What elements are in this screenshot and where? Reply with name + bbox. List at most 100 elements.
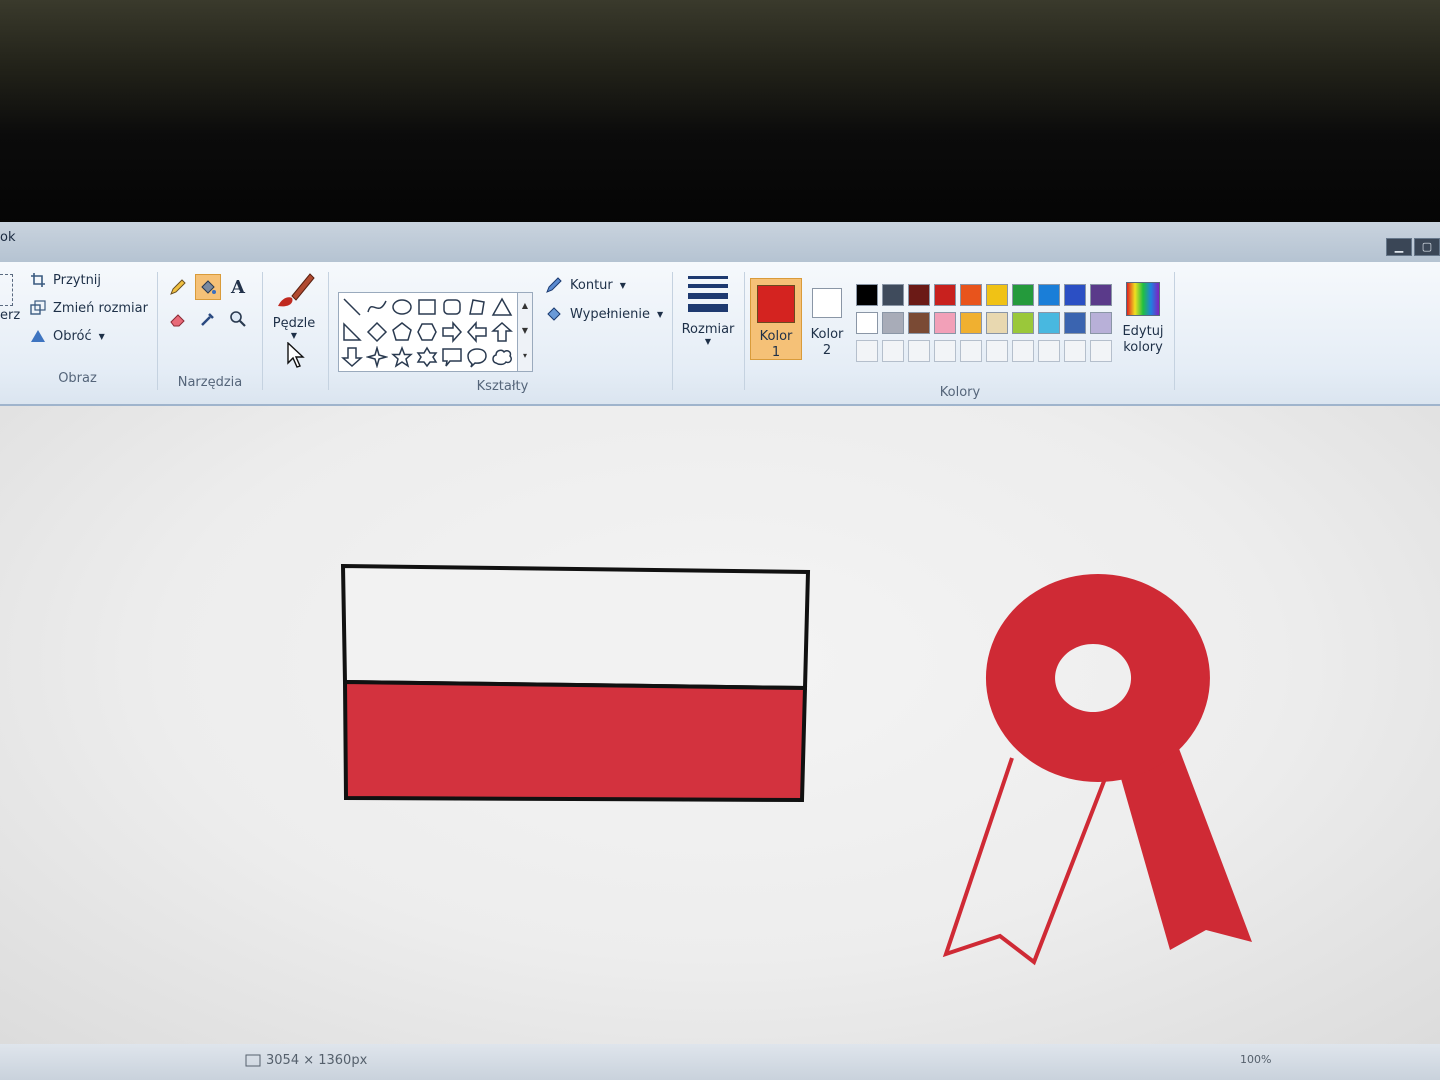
crop-icon bbox=[31, 273, 45, 287]
palette-swatch[interactable] bbox=[1064, 312, 1086, 334]
select-button[interactable]: erz bbox=[0, 308, 20, 323]
hexagon-icon bbox=[417, 323, 437, 341]
fill-bucket-icon bbox=[201, 280, 216, 294]
shapes-scrollbar[interactable]: ▲ ▼ ▾ bbox=[517, 292, 533, 372]
shape-triangle[interactable] bbox=[491, 296, 513, 318]
resize-button[interactable]: Zmień rozmiar bbox=[30, 300, 148, 316]
palette-swatch[interactable] bbox=[908, 284, 930, 306]
text-button[interactable]: A bbox=[225, 274, 251, 300]
shape-pentagon[interactable] bbox=[391, 321, 413, 343]
view-tab[interactable]: ok bbox=[0, 230, 15, 245]
shape-rounded-rectangle[interactable] bbox=[441, 296, 463, 318]
shape-callout-oval[interactable] bbox=[466, 346, 488, 368]
star-four-icon bbox=[366, 346, 388, 368]
palette-swatch[interactable] bbox=[934, 340, 956, 362]
shape-polygon[interactable] bbox=[466, 296, 488, 318]
palette-swatch[interactable] bbox=[986, 284, 1008, 306]
shape-star-five[interactable] bbox=[391, 346, 413, 368]
shape-star-four[interactable] bbox=[366, 346, 388, 368]
palette-swatch[interactable] bbox=[1064, 284, 1086, 306]
palette-swatch[interactable] bbox=[1090, 284, 1112, 306]
palette-swatch[interactable] bbox=[882, 312, 904, 334]
palette-swatch[interactable] bbox=[1064, 340, 1086, 362]
zoom-level: 100% bbox=[1240, 1053, 1272, 1066]
edit-colors-button[interactable]: Edytuj kolory bbox=[1120, 282, 1166, 356]
shape-arrow-left[interactable] bbox=[466, 321, 488, 343]
scroll-up-icon[interactable]: ▲ bbox=[518, 293, 532, 318]
palette-swatch[interactable] bbox=[986, 312, 1008, 334]
palette-swatch[interactable] bbox=[882, 284, 904, 306]
shape-arrow-up[interactable] bbox=[491, 321, 513, 343]
shape-callout-cloud[interactable] bbox=[491, 346, 513, 368]
minimize-button[interactable]: ▁ bbox=[1386, 238, 1412, 256]
shape-arrow-down[interactable] bbox=[341, 346, 363, 368]
palette-swatch[interactable] bbox=[960, 284, 982, 306]
shape-rectangle[interactable] bbox=[416, 296, 438, 318]
shape-star-six[interactable] bbox=[416, 346, 438, 368]
outline-button[interactable]: Kontur ▼ bbox=[545, 276, 626, 294]
palette-swatch[interactable] bbox=[1038, 312, 1060, 334]
shape-callout-rect[interactable] bbox=[441, 346, 463, 368]
rosette-ribbon bbox=[942, 574, 1252, 966]
mouse-cursor-icon bbox=[287, 342, 305, 368]
fill-dropdown[interactable]: Wypełnienie ▼ bbox=[545, 305, 663, 323]
fill-button[interactable] bbox=[195, 274, 221, 300]
palette-swatch[interactable] bbox=[1012, 284, 1034, 306]
shape-diamond[interactable] bbox=[366, 321, 388, 343]
shape-arrow-right[interactable] bbox=[441, 321, 463, 343]
palette-swatch[interactable] bbox=[908, 340, 930, 362]
color2-label-line2: 2 bbox=[822, 343, 832, 358]
arrow-down-icon bbox=[341, 347, 363, 368]
maximize-button[interactable]: ▢ bbox=[1414, 238, 1440, 256]
palette-swatch[interactable] bbox=[934, 284, 956, 306]
resize-label: Zmień rozmiar bbox=[53, 300, 148, 316]
shape-oval[interactable] bbox=[391, 296, 413, 318]
chevron-down-icon: ▼ bbox=[619, 280, 626, 290]
ribbon-tail-red bbox=[1118, 746, 1252, 950]
color1-button[interactable]: Kolor 1 bbox=[750, 278, 802, 360]
palette-swatch[interactable] bbox=[960, 340, 982, 362]
palette-swatch[interactable] bbox=[960, 312, 982, 334]
palette-swatch[interactable] bbox=[856, 340, 878, 362]
palette-swatch[interactable] bbox=[1038, 284, 1060, 306]
shapes-group-label: Kształty bbox=[476, 379, 529, 394]
drawing-canvas[interactable] bbox=[0, 406, 1440, 1044]
color2-button[interactable]: Kolor 2 bbox=[804, 278, 850, 360]
shape-hexagon[interactable] bbox=[416, 321, 438, 343]
palette-swatch[interactable] bbox=[882, 340, 904, 362]
eraser-button[interactable] bbox=[165, 306, 191, 332]
color2-swatch bbox=[812, 288, 842, 318]
select-icon[interactable] bbox=[0, 274, 13, 306]
rotate-label: Obróć bbox=[53, 328, 92, 344]
expand-icon[interactable]: ▾ bbox=[518, 343, 532, 368]
palette-swatch[interactable] bbox=[986, 340, 1008, 362]
canvas-drawing bbox=[340, 563, 1252, 966]
pencil-button[interactable] bbox=[165, 274, 191, 300]
palette-swatch[interactable] bbox=[908, 312, 930, 334]
palette-swatch[interactable] bbox=[856, 284, 878, 306]
shape-curve[interactable] bbox=[366, 296, 388, 318]
scroll-down-icon[interactable]: ▼ bbox=[518, 318, 532, 343]
image-group-label: Obraz bbox=[58, 371, 97, 386]
eraser-icon bbox=[170, 314, 185, 327]
shape-right-triangle[interactable] bbox=[341, 321, 363, 343]
magnifier-button[interactable] bbox=[225, 306, 251, 332]
crop-button[interactable]: Przytnij bbox=[30, 272, 101, 288]
shape-line[interactable] bbox=[341, 296, 363, 318]
palette-swatch[interactable] bbox=[1012, 340, 1034, 362]
palette-swatch[interactable] bbox=[1038, 340, 1060, 362]
callout-rect-icon bbox=[442, 348, 462, 367]
separator bbox=[1174, 272, 1175, 390]
rotate-button[interactable]: Obróć ▼ bbox=[30, 328, 105, 344]
palette-swatch[interactable] bbox=[1012, 312, 1034, 334]
callout-oval-icon bbox=[467, 348, 487, 368]
palette-swatch[interactable] bbox=[856, 312, 878, 334]
size-button[interactable]: Rozmiar ▼ bbox=[678, 276, 738, 346]
color-picker-button[interactable] bbox=[195, 306, 221, 332]
brushes-button[interactable]: Pędzle ▼ bbox=[268, 268, 320, 340]
chevron-down-icon: ▼ bbox=[98, 331, 105, 341]
palette-swatch[interactable] bbox=[1090, 312, 1112, 334]
palette-swatch[interactable] bbox=[934, 312, 956, 334]
separator bbox=[328, 272, 329, 390]
palette-swatch[interactable] bbox=[1090, 340, 1112, 362]
